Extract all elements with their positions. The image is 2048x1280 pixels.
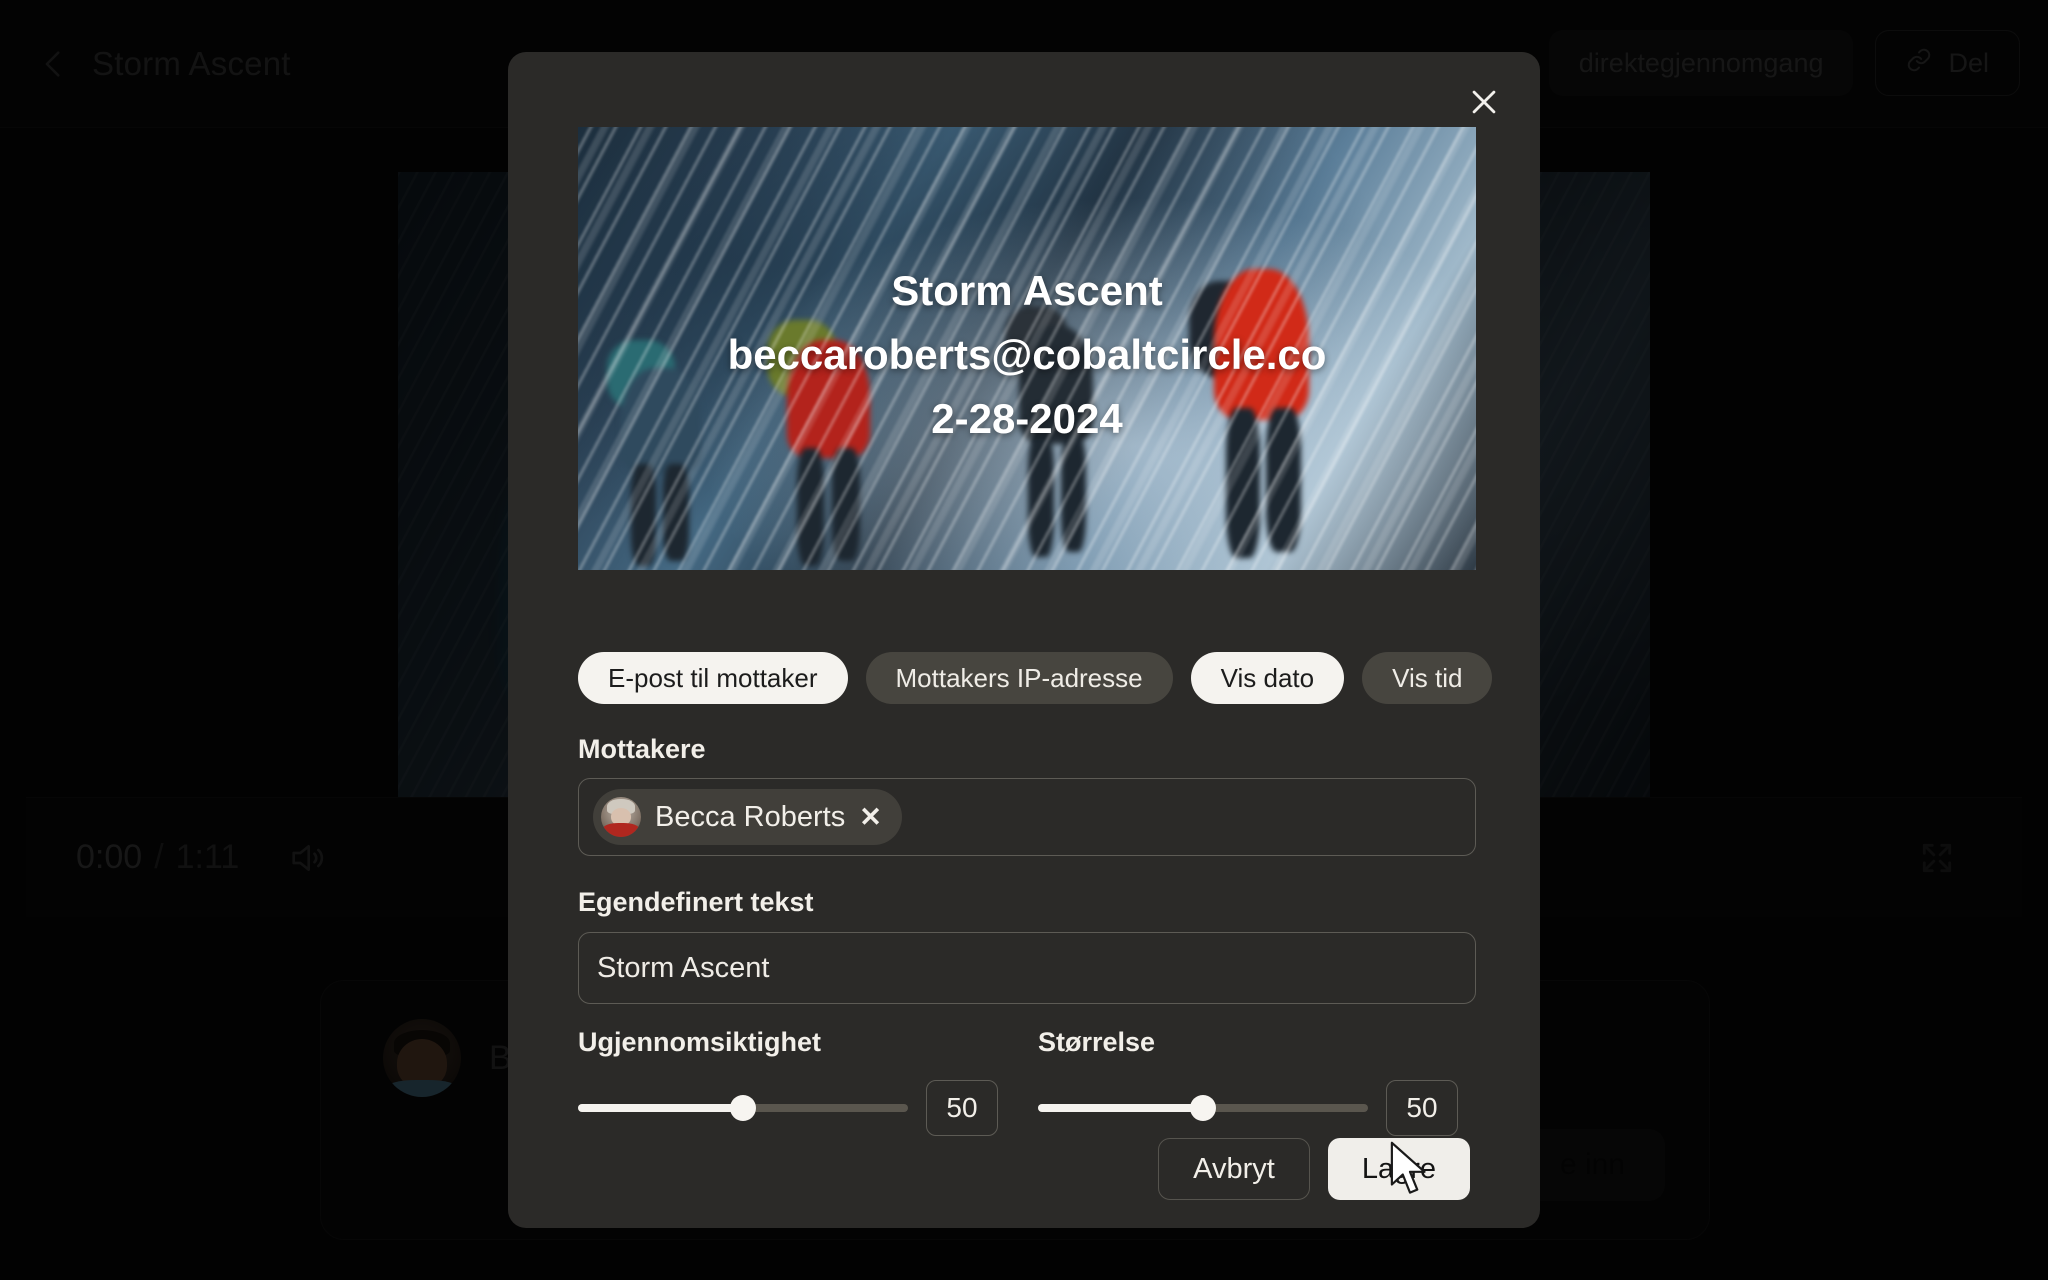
chip-label: Mottakers IP-adresse	[895, 662, 1143, 693]
custom-text-label: Egendefinert tekst	[578, 887, 814, 917]
watermark-title: Storm Ascent	[891, 267, 1163, 314]
save-button[interactable]: Lagre	[1327, 1138, 1470, 1200]
dialog-actions: Avbryt Lagre	[1158, 1138, 1470, 1200]
recipients-label: Mottakere	[578, 734, 706, 764]
opacity-value[interactable]: 50	[926, 1080, 998, 1136]
size-label: Størrelse	[1038, 1027, 1156, 1057]
watermark-date: 2-28-2024	[931, 395, 1123, 442]
close-icon[interactable]: ✕	[859, 803, 882, 831]
chip-label: E-post til mottaker	[608, 662, 818, 693]
chip-show-date[interactable]: Vis dato	[1190, 652, 1345, 704]
cancel-label: Avbryt	[1193, 1152, 1275, 1185]
size-control: Størrelse 50	[1038, 1027, 1458, 1136]
watermark-option-chips: E-post til mottaker Mottakers IP-adresse…	[578, 652, 1493, 704]
watermark-settings-dialog: Storm Ascent beccaroberts@cobaltcircle.c…	[508, 52, 1540, 1228]
save-label: Lagre	[1361, 1152, 1436, 1185]
watermark-preview: Storm Ascent beccaroberts@cobaltcircle.c…	[578, 127, 1476, 570]
custom-text-input[interactable]: Storm Ascent	[578, 932, 1476, 1004]
opacity-slider[interactable]	[578, 1095, 908, 1121]
recipient-name: Becca Roberts	[655, 800, 846, 833]
size-value[interactable]: 50	[1386, 1080, 1458, 1136]
chip-show-time[interactable]: Vis tid	[1362, 652, 1493, 704]
opacity-control: Ugjennomsiktighet 50	[578, 1027, 998, 1136]
chip-recipient-email[interactable]: E-post til mottaker	[578, 652, 848, 704]
opacity-label: Ugjennomsiktighet	[578, 1027, 822, 1057]
chip-label: Vis dato	[1220, 662, 1315, 693]
cancel-button[interactable]: Avbryt	[1158, 1138, 1310, 1200]
recipient-chip[interactable]: Becca Roberts ✕	[593, 789, 902, 845]
chip-label: Vis tid	[1392, 662, 1463, 693]
close-icon[interactable]	[1456, 74, 1512, 130]
app-root: Storm Ascent direktegjennomgang Del 0:	[0, 0, 2048, 1280]
custom-text-value: Storm Ascent	[597, 951, 770, 984]
size-slider[interactable]	[1038, 1095, 1368, 1121]
watermark-email: beccaroberts@cobaltcircle.co	[727, 331, 1327, 378]
avatar	[601, 797, 641, 837]
chip-recipient-ip[interactable]: Mottakers IP-adresse	[865, 652, 1173, 704]
recipients-input[interactable]: Becca Roberts ✕	[578, 778, 1476, 856]
